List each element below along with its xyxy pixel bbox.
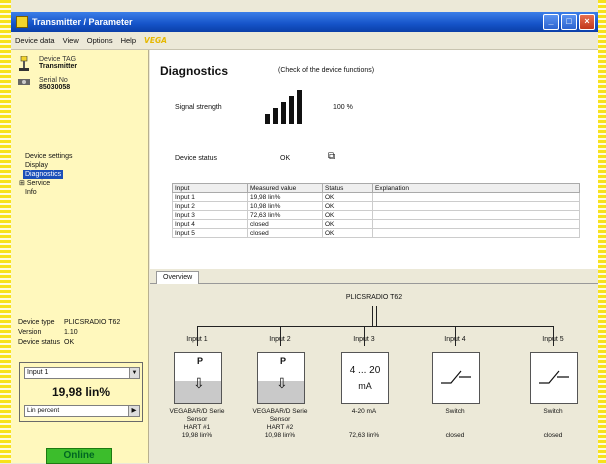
meter-input-select[interactable]: Input 1 ▼ [24, 367, 140, 379]
input-2-label: Input 2 [269, 336, 291, 343]
signal-strength-label: Signal strength [175, 104, 222, 111]
device-status-value: OK [64, 339, 75, 346]
input-2-caption: VEGABAR/D Serie Sensor HART #2 10,98 lin% [252, 408, 308, 439]
table-row[interactable]: Input 1 19,98 lin% OK [172, 192, 580, 202]
app-icon [16, 16, 28, 28]
device-status-label-main: Device status [175, 155, 218, 162]
page-subtitle: (Check of the device functions) [278, 67, 375, 74]
menu-options[interactable]: Options [87, 36, 113, 45]
device-icon [17, 56, 31, 72]
sidebar: Device TAG Transmitter Serial No 8503005… [11, 50, 149, 464]
arrow-right-icon[interactable]: ▶ [128, 406, 139, 416]
device-name: PLICSRADIO T62 [345, 294, 403, 301]
input-5-label: Input 5 [542, 336, 564, 343]
decorative-stripe-right [598, 0, 606, 463]
signal-strength-icon [265, 90, 302, 124]
window-title: Transmitter / Parameter [32, 17, 133, 27]
switch-icon[interactable] [530, 352, 578, 404]
current-input-icon[interactable]: 4 ... 20 mA [341, 352, 389, 404]
input-3-caption: 4-20 mA 72,63 lin% [348, 408, 380, 439]
diagnostics-table: Input Measured value Status Explanation … [172, 183, 580, 238]
diagnostics-panel: Diagnostics (Check of the device functio… [150, 50, 598, 269]
tab-overview[interactable]: Overview [156, 271, 200, 284]
ok-status-icon: ⧉ [328, 151, 336, 162]
tree-item-display[interactable]: Display [19, 161, 72, 170]
meter-value: 19,98 lin% [51, 385, 111, 399]
pressure-sensor-icon[interactable]: P ⇩ [174, 352, 222, 404]
menu-bar: Device data View Options Help VEGA [11, 32, 598, 50]
table-row[interactable]: Input 3 72,63 lin% OK [172, 210, 580, 220]
page-title: Diagnostics [160, 64, 229, 78]
switch-icon[interactable] [432, 352, 480, 404]
menu-help[interactable]: Help [121, 36, 136, 45]
serial-value: 85030058 [39, 84, 71, 91]
input-4-caption: Switch closed [445, 408, 465, 439]
tree-item-service[interactable]: Service [27, 180, 50, 187]
maximize-button[interactable]: □ [561, 14, 577, 30]
tab-strip: Overview [150, 269, 598, 284]
chevron-down-icon[interactable]: ▼ [129, 368, 139, 378]
meter-unit-select[interactable]: Lin percent ▶ [24, 405, 140, 417]
column-header: Measured value [247, 183, 323, 193]
input-3-label: Input 3 [353, 336, 375, 343]
signal-strength-value: 100 % [333, 104, 353, 111]
device-status-value-main: OK [280, 155, 291, 162]
tree-item-info[interactable]: Info [19, 188, 72, 197]
column-header: Explanation [372, 183, 580, 193]
online-status: Online [46, 448, 112, 464]
input-4-label: Input 4 [444, 336, 466, 343]
pressure-sensor-icon[interactable]: P ⇩ [257, 352, 305, 404]
tree-item-diagnostics[interactable]: Diagnostics [23, 170, 64, 179]
table-row[interactable]: Input 5 closed OK [172, 228, 580, 238]
device-type-value: PLICSRADIO T62 [64, 319, 121, 326]
tree-item-device-settings[interactable]: Device settings [19, 152, 72, 161]
menu-view[interactable]: View [63, 36, 79, 45]
close-button[interactable]: × [579, 14, 595, 30]
device-info: Device type PLICSRADIO T62 Version 1.10 De… [18, 318, 124, 348]
tree-expand-icon[interactable]: ⊞ [19, 180, 25, 187]
version-label: Version [18, 329, 42, 336]
device-status-label: Device status [18, 339, 61, 346]
input-1-caption: VEGABAR/D Serie Sensor HART #1 19,98 lin% [169, 408, 225, 439]
input-5-caption: Switch closed [543, 408, 563, 439]
serial-icon [17, 77, 31, 93]
device-tag-value: Transmitter [39, 63, 78, 70]
serial-label: Serial No [39, 77, 68, 84]
decorative-stripe-left [0, 0, 11, 463]
navigation-tree: Device settings Display Diagnostics ⊞ Se… [19, 152, 72, 197]
input-1-label: Input 1 [186, 336, 208, 343]
menu-device-data[interactable]: Device data [15, 36, 55, 45]
column-header: Input [172, 183, 248, 193]
device-type-label: Device type [18, 319, 55, 326]
vega-logo: VEGA [144, 36, 167, 45]
table-row[interactable]: Input 4 closed OK [172, 219, 580, 229]
device-tag-label: Device TAG [39, 56, 77, 63]
table-row[interactable]: Input 2 10,98 lin% OK [172, 201, 580, 211]
value-meter: Input 1 ▼ 19,98 lin% Lin percent ▶ [19, 362, 143, 422]
version-value: 1.10 [64, 329, 78, 336]
column-header: Status [322, 183, 373, 193]
minimize-button[interactable]: _ [543, 14, 559, 30]
title-bar: Transmitter / Parameter _ □ × [11, 12, 598, 32]
overview-panel: PLICSRADIO T62 Input 1 Input 2 Input 3 I… [150, 284, 598, 463]
